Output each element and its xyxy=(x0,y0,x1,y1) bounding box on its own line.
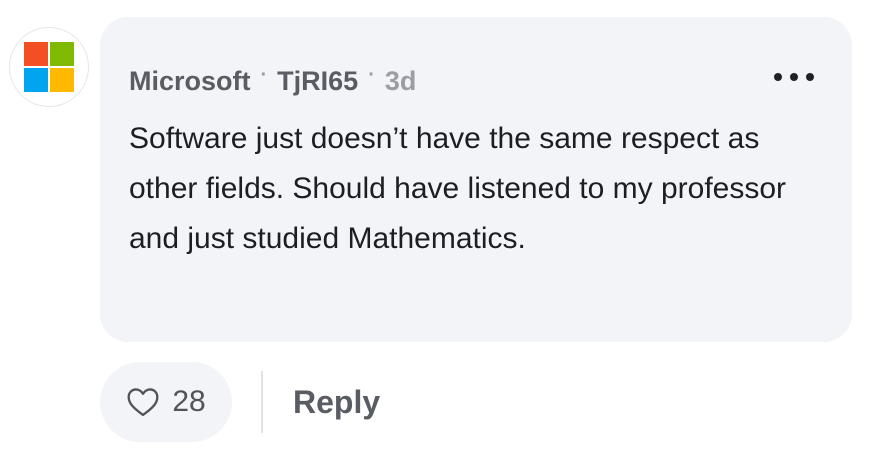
more-dot xyxy=(806,73,814,81)
author-company[interactable]: Microsoft xyxy=(129,61,251,101)
more-options-button[interactable] xyxy=(774,63,814,91)
logo-square-blue xyxy=(24,68,48,92)
author-handle[interactable]: TjRI65 xyxy=(277,61,358,101)
more-dot xyxy=(790,73,798,81)
microsoft-logo-icon xyxy=(24,42,74,92)
reply-button[interactable]: Reply xyxy=(293,380,380,424)
heart-outline-icon xyxy=(127,388,159,417)
comment-card: Microsoft · TjRI65 · 3d Software just do… xyxy=(0,0,876,465)
like-button[interactable]: 28 xyxy=(100,362,232,442)
logo-square-red xyxy=(24,42,48,66)
avatar[interactable] xyxy=(9,27,89,107)
like-count: 28 xyxy=(172,385,206,418)
comment-age: 3d xyxy=(384,66,417,96)
meta-separator: · xyxy=(368,64,375,86)
logo-square-yellow xyxy=(50,68,74,92)
logo-square-green xyxy=(50,42,74,66)
meta-separator: · xyxy=(260,64,268,86)
comment-bubble: Microsoft · TjRI65 · 3d Software just do… xyxy=(100,17,852,342)
comment-body: Software just doesn’t have the same resp… xyxy=(129,122,787,255)
action-divider xyxy=(261,371,263,433)
more-dot xyxy=(774,73,782,81)
comment-meta: Microsoft · TjRI65 · 3d xyxy=(129,61,416,101)
